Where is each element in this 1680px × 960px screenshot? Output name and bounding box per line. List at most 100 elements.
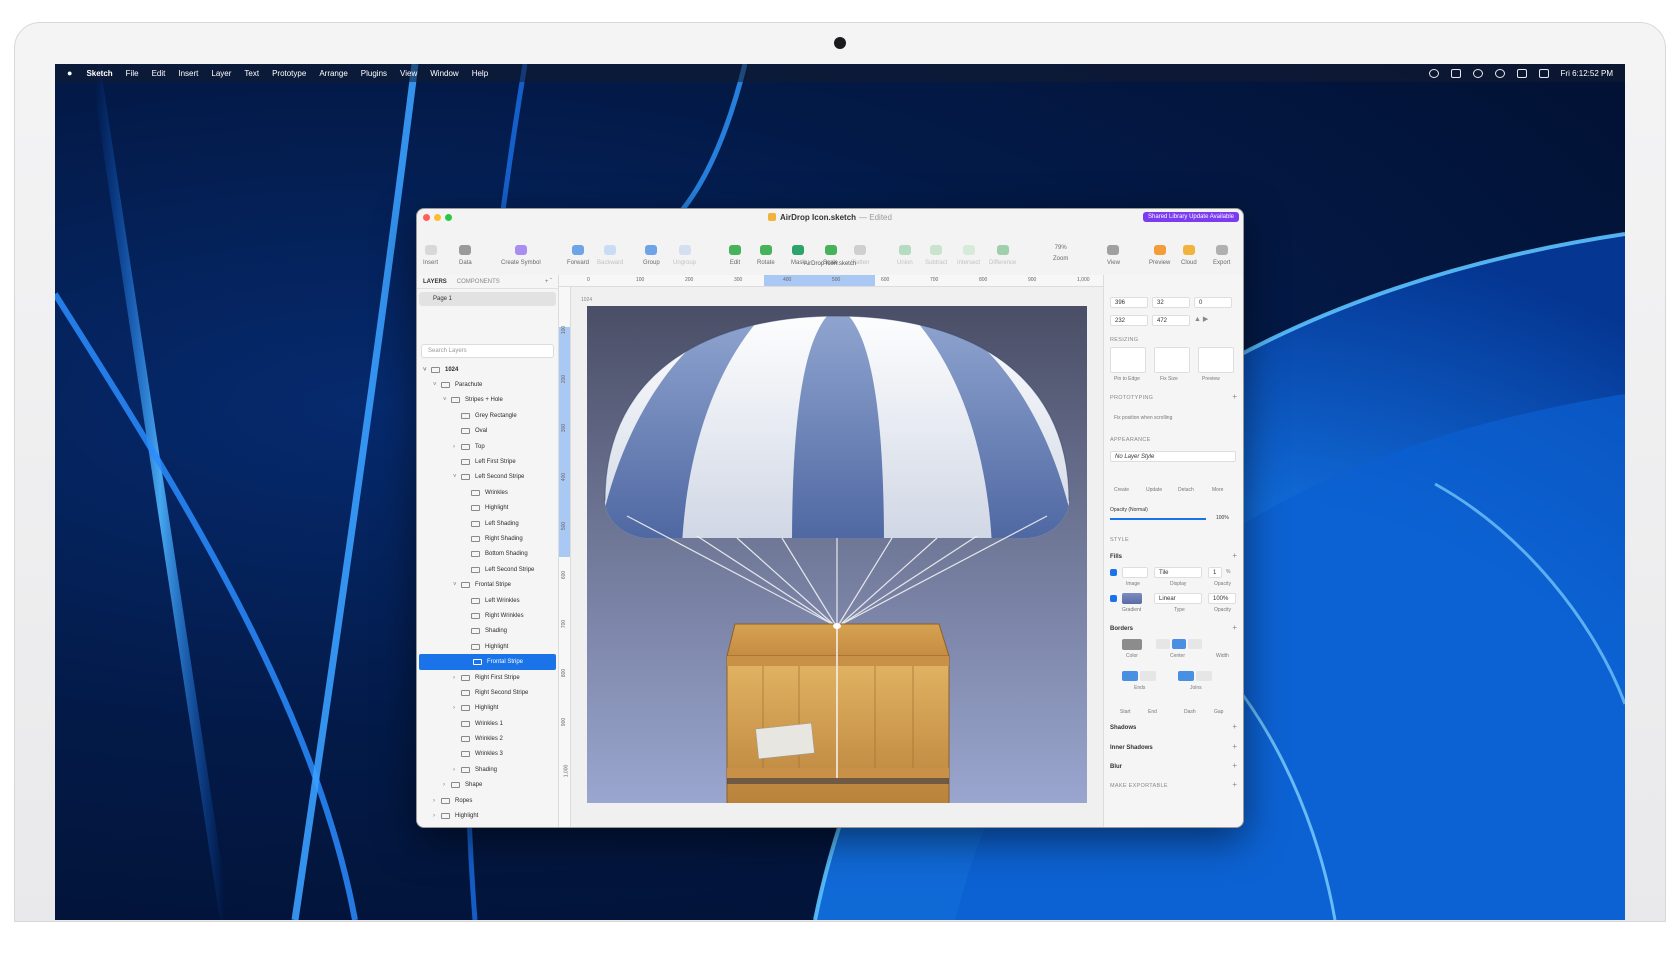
zoom-control[interactable]: 79% Zoom <box>1053 245 1068 262</box>
add-page-icon[interactable]: + ˆ <box>545 279 552 285</box>
menu-app-name[interactable]: Sketch <box>86 69 112 78</box>
menu-text[interactable]: Text <box>244 69 259 78</box>
layer-item[interactable]: Wrinkles 3 <box>417 747 558 762</box>
layer-style-select[interactable]: No Layer Style <box>1110 451 1236 462</box>
menu-window[interactable]: Window <box>430 69 458 78</box>
page-item[interactable]: Page 1 <box>419 292 556 306</box>
update-style-button[interactable]: Update <box>1146 487 1162 493</box>
chevron-right-icon[interactable]: › <box>453 675 459 681</box>
layer-item[interactable]: › Ropes <box>417 793 558 808</box>
minimize-button[interactable] <box>434 214 441 221</box>
detach-style-button[interactable]: Detach <box>1178 487 1194 493</box>
border-color-swatch[interactable] <box>1122 639 1142 650</box>
y-field[interactable]: 32 <box>1152 297 1190 308</box>
apple-icon[interactable]: ● <box>67 68 72 78</box>
layer-item[interactable]: Highlight <box>417 639 558 654</box>
menu-edit[interactable]: Edit <box>152 69 166 78</box>
menu-layer[interactable]: Layer <box>211 69 231 78</box>
flip-icon[interactable]: ▲ ▶ <box>1194 315 1208 326</box>
layer-item[interactable]: Right Shading <box>417 531 558 546</box>
layer-item[interactable]: Bottom Shading <box>417 547 558 562</box>
fill2-gradient-swatch[interactable] <box>1122 593 1142 604</box>
chevron-right-icon[interactable]: › <box>453 705 459 711</box>
layer-item[interactable]: › Shape <box>417 778 558 793</box>
menu-insert[interactable]: Insert <box>178 69 198 78</box>
clock-icon[interactable] <box>1494 68 1505 78</box>
add-fill-icon[interactable]: + <box>1232 551 1237 560</box>
add-prototyping-icon[interactable]: + <box>1232 392 1237 401</box>
menu-view[interactable]: View <box>400 69 417 78</box>
joins-round-toggle[interactable] <box>1196 671 1212 681</box>
airdrop-parachute-artwork[interactable] <box>587 306 1087 803</box>
spotlight-icon[interactable] <box>1428 68 1439 78</box>
ends-butt-toggle[interactable] <box>1122 671 1138 681</box>
fill2-type-select[interactable]: Linear <box>1154 593 1202 604</box>
fill2-opacity-field[interactable]: 100% <box>1208 593 1236 604</box>
add-export-icon[interactable]: + <box>1232 780 1237 789</box>
opacity-label[interactable]: Opacity (Normal) <box>1110 507 1148 513</box>
menu-file[interactable]: File <box>126 69 139 78</box>
fill1-opacity-field[interactable]: 1 <box>1208 567 1222 578</box>
layer-item[interactable]: Left First Stripe <box>417 454 558 469</box>
border-center-toggle[interactable] <box>1172 639 1186 649</box>
siri-icon[interactable] <box>1472 68 1483 78</box>
more-style-button[interactable]: More <box>1212 487 1223 493</box>
joins-miter-toggle[interactable] <box>1178 671 1194 681</box>
menu-clock[interactable]: Fri 6:12:52 PM <box>1561 69 1613 78</box>
create-style-button[interactable]: Create <box>1114 487 1129 493</box>
chevron-right-icon[interactable]: › <box>443 782 449 788</box>
calendar-icon[interactable] <box>1450 68 1461 78</box>
layer-item[interactable]: ˅ Frontal Stripe <box>417 577 558 592</box>
zoom-button[interactable] <box>445 214 452 221</box>
fill1-image-swatch[interactable] <box>1122 567 1148 578</box>
layer-item[interactable]: Highlight <box>417 501 558 516</box>
layer-item[interactable]: › Highlight <box>417 808 558 823</box>
layer-item[interactable]: › Highlight <box>417 701 558 716</box>
border-outside-toggle[interactable] <box>1188 639 1202 649</box>
layer-item[interactable]: Left Shading <box>417 516 558 531</box>
layer-item[interactable]: Wrinkles 1 <box>417 716 558 731</box>
fix-size-control[interactable] <box>1154 347 1190 373</box>
fill2-checkbox[interactable] <box>1110 595 1117 602</box>
layer-item[interactable]: Left Second Stripe <box>417 562 558 577</box>
add-inner-shadow-icon[interactable]: + <box>1232 742 1237 751</box>
fill1-display-select[interactable]: Tile <box>1154 567 1202 578</box>
add-blur-icon[interactable]: + <box>1232 761 1237 770</box>
chevron-right-icon[interactable]: › <box>453 444 459 450</box>
width-field[interactable]: 232 <box>1110 315 1148 326</box>
pin-to-edge-control[interactable] <box>1110 347 1146 373</box>
layer-item[interactable]: Grey Rectangle <box>417 408 558 423</box>
layer-item[interactable]: Right Wrinkles <box>417 608 558 623</box>
layer-item[interactable]: ˅ Stripes + Hole <box>417 393 558 408</box>
opacity-slider-track[interactable] <box>1110 518 1206 520</box>
rotation-field[interactable]: 0 <box>1194 297 1232 308</box>
add-shadow-icon[interactable]: + <box>1232 722 1237 731</box>
tab-layers[interactable]: LAYERS <box>423 279 447 285</box>
x-field[interactable]: 396 <box>1110 297 1148 308</box>
layer-item[interactable]: › Shading <box>417 762 558 777</box>
layer-item[interactable]: ˅ 1024 <box>417 362 558 377</box>
ends-round-toggle[interactable] <box>1140 671 1156 681</box>
menu-arrange[interactable]: Arrange <box>319 69 347 78</box>
chevron-right-icon[interactable]: › <box>433 798 439 804</box>
border-inside-toggle[interactable] <box>1156 639 1170 649</box>
layer-item[interactable]: ˅ Parachute <box>417 377 558 392</box>
add-border-icon[interactable]: + <box>1232 623 1237 632</box>
layer-item[interactable]: Wrinkles 2 <box>417 731 558 746</box>
layer-item[interactable]: › Top <box>417 439 558 454</box>
layer-item[interactable]: ˅ Left Second Stripe <box>417 470 558 485</box>
chevron-down-icon[interactable]: ˅ <box>453 474 459 480</box>
chevron-down-icon[interactable]: ˅ <box>423 367 429 373</box>
layer-item[interactable]: Frontal Stripe <box>419 654 556 670</box>
display-icon[interactable] <box>1516 68 1527 78</box>
tab-components[interactable]: COMPONENTS <box>457 279 500 285</box>
layer-item[interactable]: › Right First Stripe <box>417 670 558 685</box>
artboard-label[interactable]: 1024 <box>581 297 592 303</box>
close-button[interactable] <box>423 214 430 221</box>
chevron-down-icon[interactable]: ˅ <box>453 582 459 588</box>
layer-item[interactable]: Left Wrinkles <box>417 593 558 608</box>
menu-plugins[interactable]: Plugins <box>361 69 387 78</box>
layer-item[interactable]: Wrinkles <box>417 485 558 500</box>
layer-item[interactable]: Shading <box>417 624 558 639</box>
chevron-down-icon[interactable]: ˅ <box>443 397 449 403</box>
